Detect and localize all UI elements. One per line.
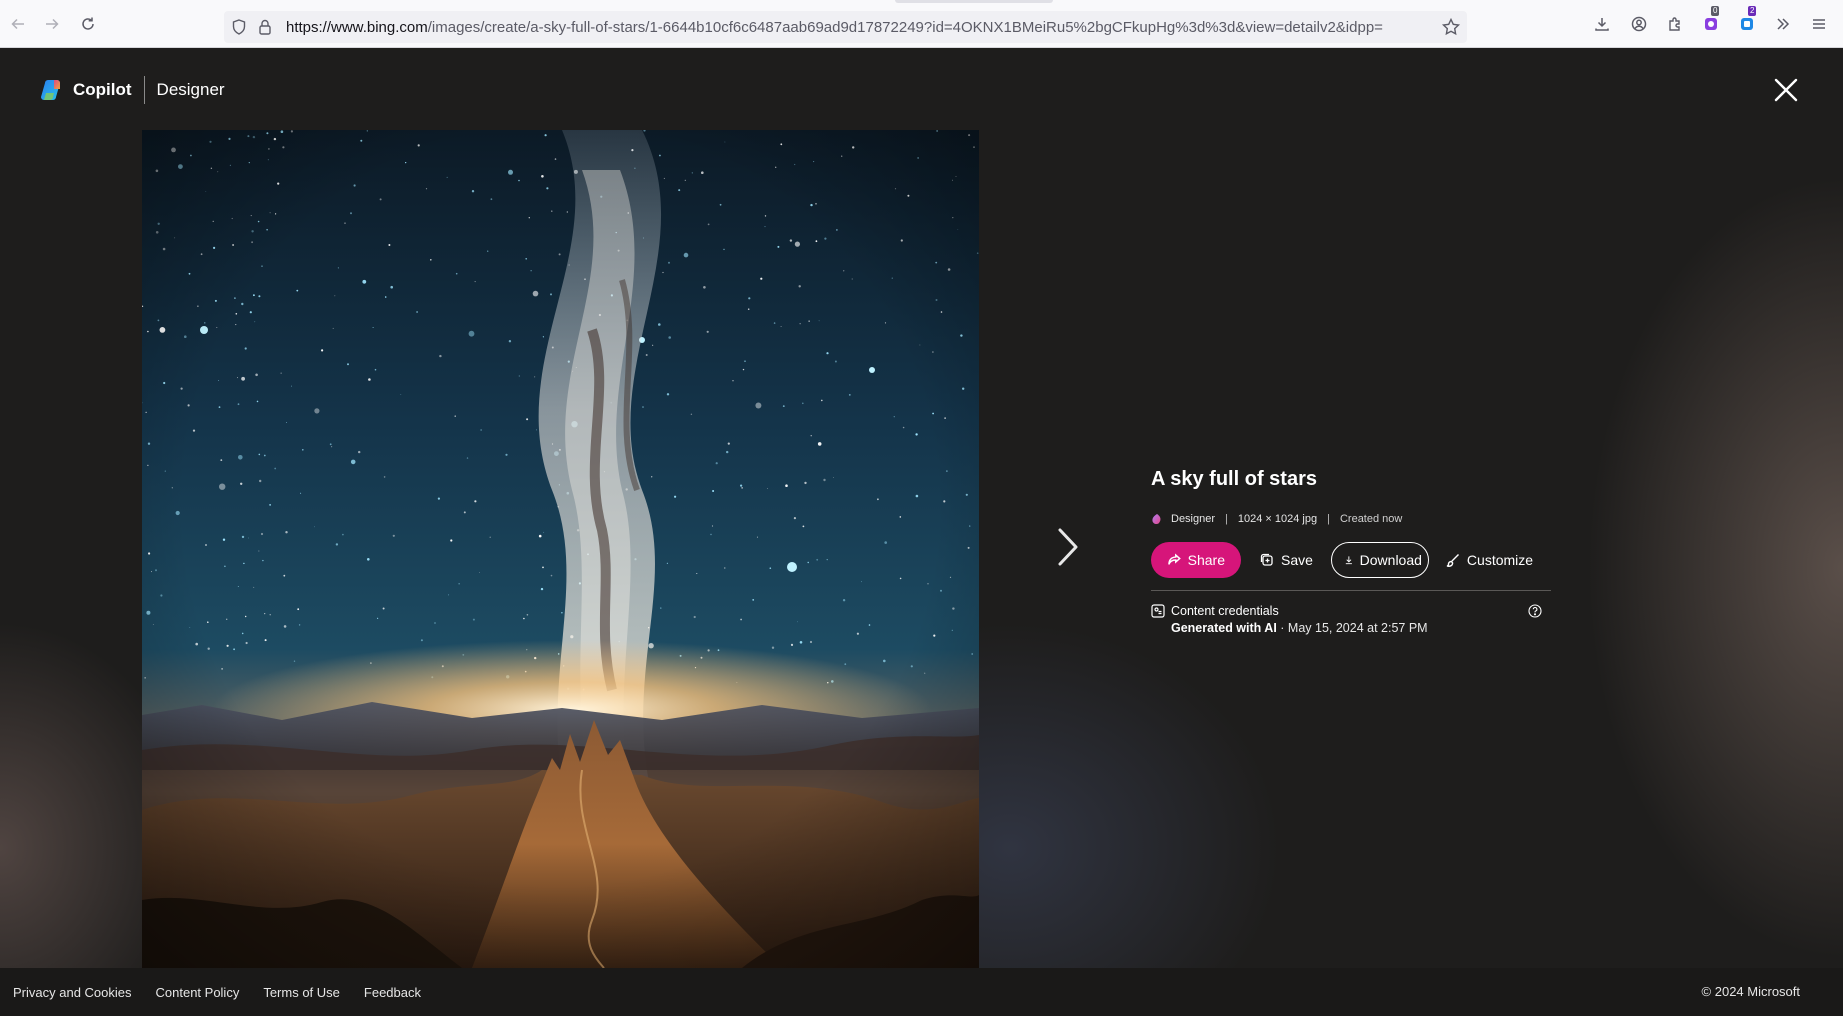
content-credentials-icon (1151, 604, 1165, 618)
extension-2-icon[interactable] (1732, 9, 1762, 39)
image-details-panel: A sky full of stars Designer | 1024 × 10… (1151, 468, 1551, 638)
generated-with-ai: Generated with AI (1171, 621, 1277, 635)
lock-icon[interactable] (256, 18, 274, 36)
shield-icon[interactable] (230, 18, 248, 36)
extensions-icon[interactable] (1660, 9, 1690, 39)
help-icon[interactable] (1528, 604, 1542, 618)
brand-header: Copilot Designer (40, 75, 225, 105)
brand-name[interactable]: Copilot (73, 80, 132, 100)
next-image-chevron-icon[interactable] (1050, 524, 1084, 570)
close-icon[interactable] (1772, 76, 1800, 104)
forward-icon[interactable] (37, 9, 67, 39)
footer-link-feedback[interactable]: Feedback (364, 985, 421, 1000)
content-credentials: Content credentials Generated with AI · … (1151, 604, 1551, 638)
share-button[interactable]: Share (1151, 542, 1241, 578)
share-icon (1168, 553, 1181, 565)
share-label: Share (1187, 552, 1225, 568)
brand-divider (143, 76, 145, 104)
designer-logo-icon (1152, 514, 1161, 525)
account-icon[interactable] (1624, 9, 1654, 39)
customize-button[interactable]: Customize (1445, 542, 1533, 578)
meta-separator: | (1225, 513, 1228, 525)
page-footer: Privacy and Cookies Content Policy Terms… (0, 968, 1843, 1016)
details-divider (1151, 590, 1551, 591)
back-icon[interactable] (3, 9, 33, 39)
credentials-date: · May 15, 2024 at 2:57 PM (1276, 621, 1428, 635)
generated-image[interactable] (142, 130, 979, 968)
footer-link-privacy[interactable]: Privacy and Cookies (13, 985, 132, 1000)
product-name[interactable]: Designer (157, 80, 225, 100)
browser-toolbar: https://www.bing.com/images/create/a-sky… (0, 0, 1843, 48)
paintbrush-icon (1446, 554, 1459, 567)
image-meta: Designer | 1024 × 1024 jpg | Created now (1151, 510, 1551, 528)
download-button[interactable]: Download (1330, 542, 1429, 578)
reload-icon[interactable] (73, 9, 103, 39)
content-credentials-label: Content credentials (1171, 604, 1279, 618)
footer-link-terms[interactable]: Terms of Use (263, 985, 340, 1000)
footer-link-content-policy[interactable]: Content Policy (156, 985, 240, 1000)
active-tab-indicator (895, 0, 1053, 3)
bookmark-star-icon[interactable] (1441, 17, 1461, 37)
image-title: A sky full of stars (1151, 468, 1317, 490)
extension-1-badge: 0 (1711, 6, 1720, 16)
menu-icon[interactable] (1804, 9, 1834, 39)
downloads-icon[interactable] (1587, 9, 1617, 39)
image-detail-page: Copilot Designer A sky full of stars Des… (0, 48, 1843, 968)
save-button[interactable]: Save (1259, 542, 1313, 578)
download-label: Download (1359, 552, 1422, 568)
meta-created: Created now (1339, 513, 1403, 525)
content-credentials-detail: Generated with AI · May 15, 2024 at 2:57… (1171, 621, 1428, 635)
address-bar[interactable]: https://www.bing.com/images/create/a-sky… (224, 11, 1467, 43)
meta-source[interactable]: Designer (1171, 513, 1215, 525)
overflow-icon[interactable] (1768, 9, 1798, 39)
meta-separator: | (1327, 513, 1330, 525)
save-collection-icon (1260, 553, 1273, 566)
url-text[interactable]: https://www.bing.com/images/create/a-sky… (286, 19, 1436, 36)
meta-dimensions: 1024 × 1024 jpg (1237, 513, 1318, 525)
copilot-logo-icon[interactable] (40, 78, 64, 102)
action-bar: Share Save Download Customize (1151, 542, 1551, 578)
copyright: © 2024 Microsoft (1701, 984, 1800, 999)
customize-label: Customize (1466, 552, 1534, 568)
url-path: /images/create/a-sky-full-of-stars/1-664… (427, 19, 1383, 36)
download-icon (1345, 556, 1352, 565)
url-host: https://www.bing.com (286, 19, 428, 36)
save-label: Save (1281, 552, 1313, 568)
extension-2-badge: 2 (1748, 6, 1757, 16)
